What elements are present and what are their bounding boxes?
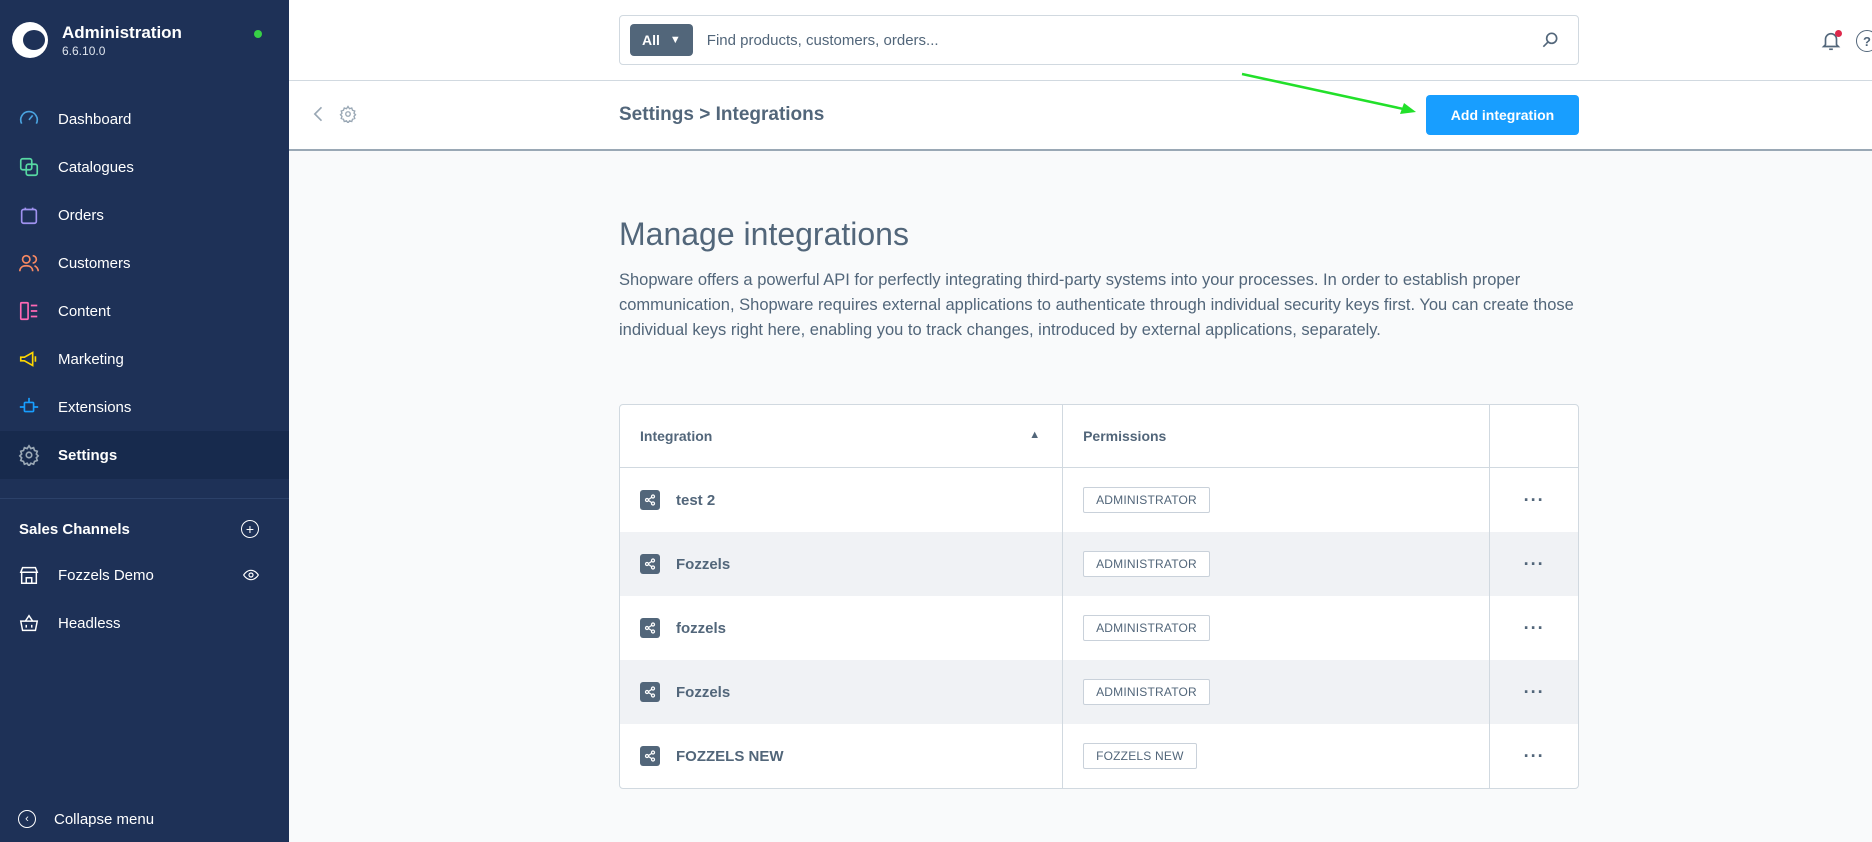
content-title: Manage integrations [619,216,909,252]
column-header-permissions[interactable]: Permissions [1063,405,1491,467]
basket-icon [18,612,40,634]
table-row[interactable]: Fozzels ADMINISTRATOR ··· [620,660,1578,724]
integration-name[interactable]: test 2 [676,492,715,509]
settings-icon [18,444,40,466]
sidebar-item-marketing[interactable]: Marketing [0,335,289,383]
dashboard-icon [18,108,40,130]
sales-channel-headless[interactable]: Headless [0,599,289,647]
sidebar-item-label: Content [58,302,111,320]
collapse-menu-button[interactable]: ‹ Collapse menu [18,810,154,828]
shopware-logo [12,22,48,58]
status-indicator [254,30,262,38]
sales-channel-label: Fozzels Demo [58,566,154,584]
collapse-menu-label: Collapse menu [54,810,155,828]
table-header: Integration ▲ Permissions [620,405,1578,468]
column-header-integration[interactable]: Integration ▲ [620,405,1064,467]
integration-name[interactable]: FOZZELS NEW [676,748,784,765]
sidebar-item-label: Marketing [58,350,124,368]
app-version: 6.6.10.0 [62,44,106,58]
search-input[interactable] [706,31,1540,49]
row-actions-button[interactable]: ··· [1490,468,1578,532]
search-icon[interactable] [1540,30,1560,50]
sidebar-item-label: Extensions [58,398,132,416]
permission-badge: ADMINISTRATOR [1083,487,1210,513]
sidebar-item-label: Dashboard [58,110,132,128]
share-icon [640,682,660,702]
permission-badge: ADMINISTRATOR [1083,679,1210,705]
sidebar-item-customers[interactable]: Customers [0,239,289,287]
row-actions-button[interactable]: ··· [1490,724,1578,788]
sidebar-item-settings[interactable]: Settings [0,431,289,479]
table-row[interactable]: Fozzels ADMINISTRATOR ··· [620,532,1578,596]
extensions-icon [18,396,40,418]
sidebar-item-label: Catalogues [58,158,134,176]
search-type-dropdown[interactable]: All ▼ [630,24,693,56]
storefront-icon [18,564,40,586]
sidebar-item-extensions[interactable]: Extensions [0,383,289,431]
share-icon [640,618,660,638]
integration-name[interactable]: Fozzels [676,556,730,573]
marketing-icon [18,348,40,370]
column-label: Permissions [1083,428,1167,444]
sidebar-item-orders[interactable]: Orders [0,191,289,239]
chevron-left-circle-icon: ‹ [18,810,36,828]
sidebar-item-content[interactable]: Content [0,287,289,335]
smart-bar: Settings > Integrations Add integration [289,81,1872,151]
sidebar-item-label: Customers [58,254,131,272]
sales-channel-label: Headless [58,614,121,632]
annotation-arrow [1241,72,1416,114]
permission-badge: FOZZELS NEW [1083,743,1197,769]
sidebar-item-label: Settings [58,446,118,464]
gear-icon [339,105,357,123]
permission-badge: ADMINISTRATOR [1083,551,1210,577]
sidebar-item-label: Orders [58,206,104,224]
row-actions-button[interactable]: ··· [1490,596,1578,660]
sales-channels-list: Fozzels Demo Headless [0,551,289,647]
content-icon [18,300,40,322]
customers-icon [18,252,40,274]
sidebar-item-dashboard[interactable]: Dashboard [0,95,289,143]
add-integration-button[interactable]: Add integration [1426,95,1579,135]
integration-name[interactable]: Fozzels [676,684,730,701]
help-icon[interactable]: ? [1856,30,1872,52]
catalogue-icon [18,156,40,178]
orders-icon [18,204,40,226]
table-row[interactable]: fozzels ADMINISTRATOR ··· [620,596,1578,660]
column-label: Integration [640,428,713,444]
sales-channels-header: Sales Channels + [19,520,259,538]
share-icon [640,554,660,574]
share-icon [640,490,660,510]
add-sales-channel-icon[interactable]: + [241,520,259,538]
search-type-label: All [642,32,660,48]
brand[interactable]: Administration 6.6.10.0 [12,22,182,58]
top-bar: All ▼ ? [289,0,1872,81]
content-description: Shopware offers a powerful API for perfe… [619,271,1574,339]
page-title: Settings > Integrations [619,104,825,125]
row-actions-button[interactable]: ··· [1490,532,1578,596]
notification-badge [1835,30,1842,37]
sales-channels-title: Sales Channels [19,520,130,538]
sidebar-item-catalogues[interactable]: Catalogues [0,143,289,191]
eye-icon[interactable] [243,567,259,583]
column-header-actions [1490,405,1578,467]
sales-channel-fozzels-demo[interactable]: Fozzels Demo [0,551,289,599]
app-title: Administration [62,23,182,42]
integrations-table: Integration ▲ Permissions test 2 ADMINIS… [619,404,1579,789]
back-icon[interactable] [309,104,329,124]
permission-badge: ADMINISTRATOR [1083,615,1210,641]
table-row[interactable]: FOZZELS NEW FOZZELS NEW ··· [620,724,1578,788]
row-actions-button[interactable]: ··· [1490,660,1578,724]
sidebar-divider [0,498,289,499]
main-nav: Dashboard Catalogues Orders Customers Co… [0,95,289,479]
chevron-down-icon: ▼ [669,34,681,46]
table-row[interactable]: test 2 ADMINISTRATOR ··· [620,468,1578,532]
global-search: All ▼ [619,15,1579,65]
integration-name[interactable]: fozzels [676,620,726,637]
sidebar: Administration 6.6.10.0 Dashboard Catalo… [0,0,289,842]
sort-ascending-icon[interactable]: ▲ [1029,429,1040,441]
share-icon [640,746,660,766]
